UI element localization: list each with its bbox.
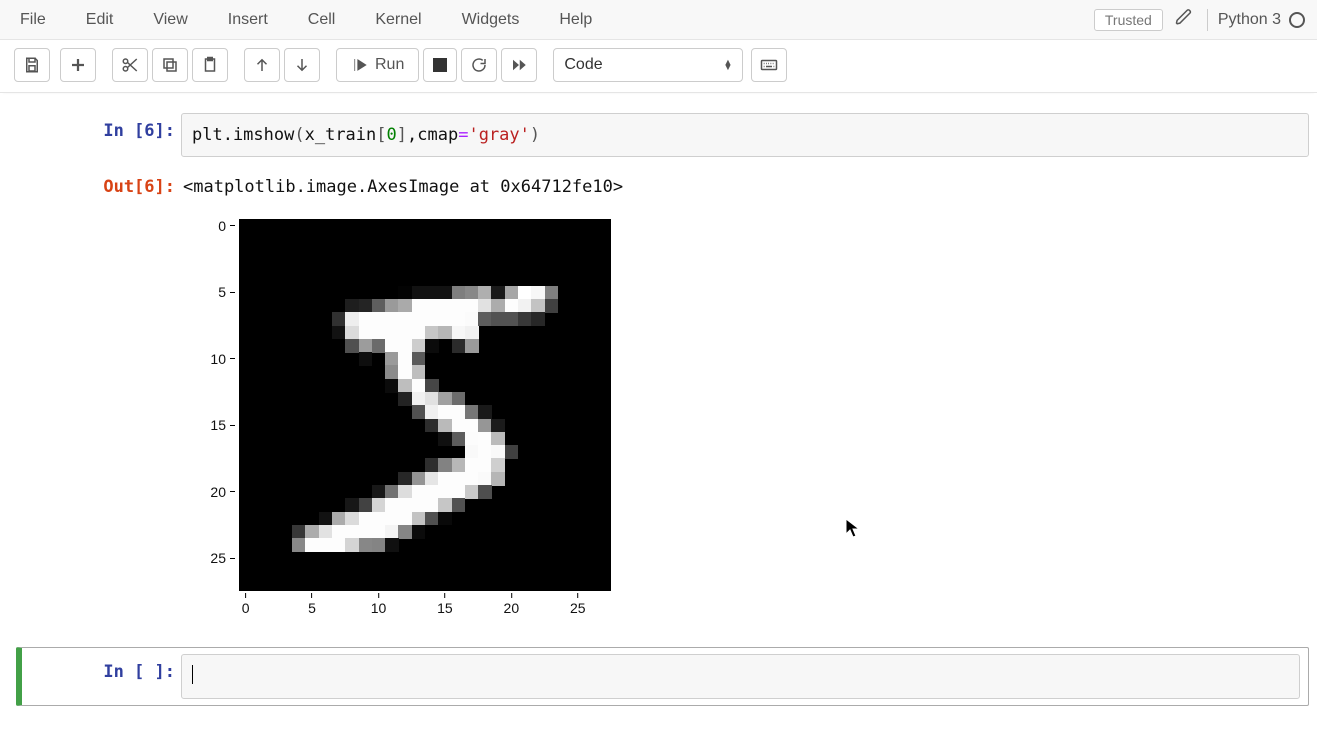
y-tick: 25 [210,550,235,566]
prompt-in: In [ ]: [32,654,181,698]
run-label: Run [375,56,404,74]
interrupt-button[interactable] [423,48,457,82]
x-axis: 0 5 10 15 20 25 [239,593,611,615]
x-tick: 15 [437,593,453,616]
kernel-name[interactable]: Python 3 [1218,11,1281,29]
paste-button[interactable] [192,48,228,82]
scissors-icon [121,56,139,74]
heatmap-image [239,219,611,591]
celltype-value: Code [564,56,602,74]
restart-run-all-button[interactable] [501,48,537,82]
menu: File Edit View Insert Cell Kernel Widget… [0,2,612,38]
code-input[interactable]: plt.imshow(x_train[0],cmap='gray') [181,113,1309,157]
menu-widgets[interactable]: Widgets [442,2,540,38]
output-row: Out[6]: <matplotlib.image.AxesImage at 0… [0,167,1317,623]
x-tick: 25 [570,593,586,616]
prompt-in: In [6]: [16,113,181,157]
code-input[interactable] [181,654,1300,698]
plus-icon [69,56,87,74]
keyboard-icon [760,56,778,74]
prompt-out: Out[6]: [16,169,181,619]
code-cell[interactable]: In [6]: plt.imshow(x_train[0],cmap='gray… [0,111,1317,161]
code-token: 'gray' [468,125,529,145]
run-button[interactable]: Run [336,48,419,82]
plot: 0 5 10 15 20 25 0 5 10 15 20 25 [191,219,631,619]
menu-kernel[interactable]: Kernel [355,2,441,38]
cut-button[interactable] [112,48,148,82]
text-cursor [192,665,193,684]
menu-edit[interactable]: Edit [66,2,134,38]
menu-insert[interactable]: Insert [208,2,288,38]
separator [1207,9,1208,31]
paste-icon [201,56,219,74]
insert-cell-button[interactable] [60,48,96,82]
x-tick: 20 [504,593,520,616]
y-tick: 15 [210,417,235,433]
code-token: 0 [387,125,397,145]
menubar: File Edit View Insert Cell Kernel Widget… [0,0,1317,40]
code-cell-selected[interactable]: In [ ]: [16,647,1309,705]
trusted-badge[interactable]: Trusted [1094,9,1163,31]
chevron-updown-icon: ▲▼ [723,60,732,70]
y-tick: 5 [218,284,235,300]
arrow-down-icon [293,56,311,74]
x-tick: 5 [308,593,316,616]
menu-help[interactable]: Help [539,2,612,38]
output-text: <matplotlib.image.AxesImage at 0x64712fe… [181,169,1309,203]
y-tick: 20 [210,484,235,500]
move-down-button[interactable] [284,48,320,82]
code-token: x_train [305,125,377,145]
celltype-select[interactable]: Code ▲▼ [553,48,743,82]
arrow-up-icon [253,56,271,74]
y-tick: 10 [210,351,235,367]
edit-icon[interactable] [1175,8,1193,31]
restart-icon [470,56,488,74]
x-tick: 0 [242,593,250,616]
notebook: In [6]: plt.imshow(x_train[0],cmap='gray… [0,93,1317,706]
restart-button[interactable] [461,48,497,82]
save-button[interactable] [14,48,50,82]
copy-button[interactable] [152,48,188,82]
x-tick: 10 [371,593,387,616]
code-token: plt.imshow [192,125,294,145]
move-up-button[interactable] [244,48,280,82]
menu-view[interactable]: View [133,2,207,38]
fast-forward-icon [510,56,528,74]
toolbar: Run Code ▲▼ [0,40,1317,93]
menu-cell[interactable]: Cell [288,2,356,38]
copy-icon [161,56,179,74]
y-axis: 0 5 10 15 20 25 [191,219,235,591]
save-icon [23,56,41,74]
menu-file[interactable]: File [0,2,66,38]
command-palette-button[interactable] [751,48,787,82]
y-tick: 0 [218,218,235,234]
run-icon [351,56,369,74]
stop-icon [433,58,447,72]
code-token: cmap [417,125,458,145]
kernel-idle-icon [1289,12,1305,28]
